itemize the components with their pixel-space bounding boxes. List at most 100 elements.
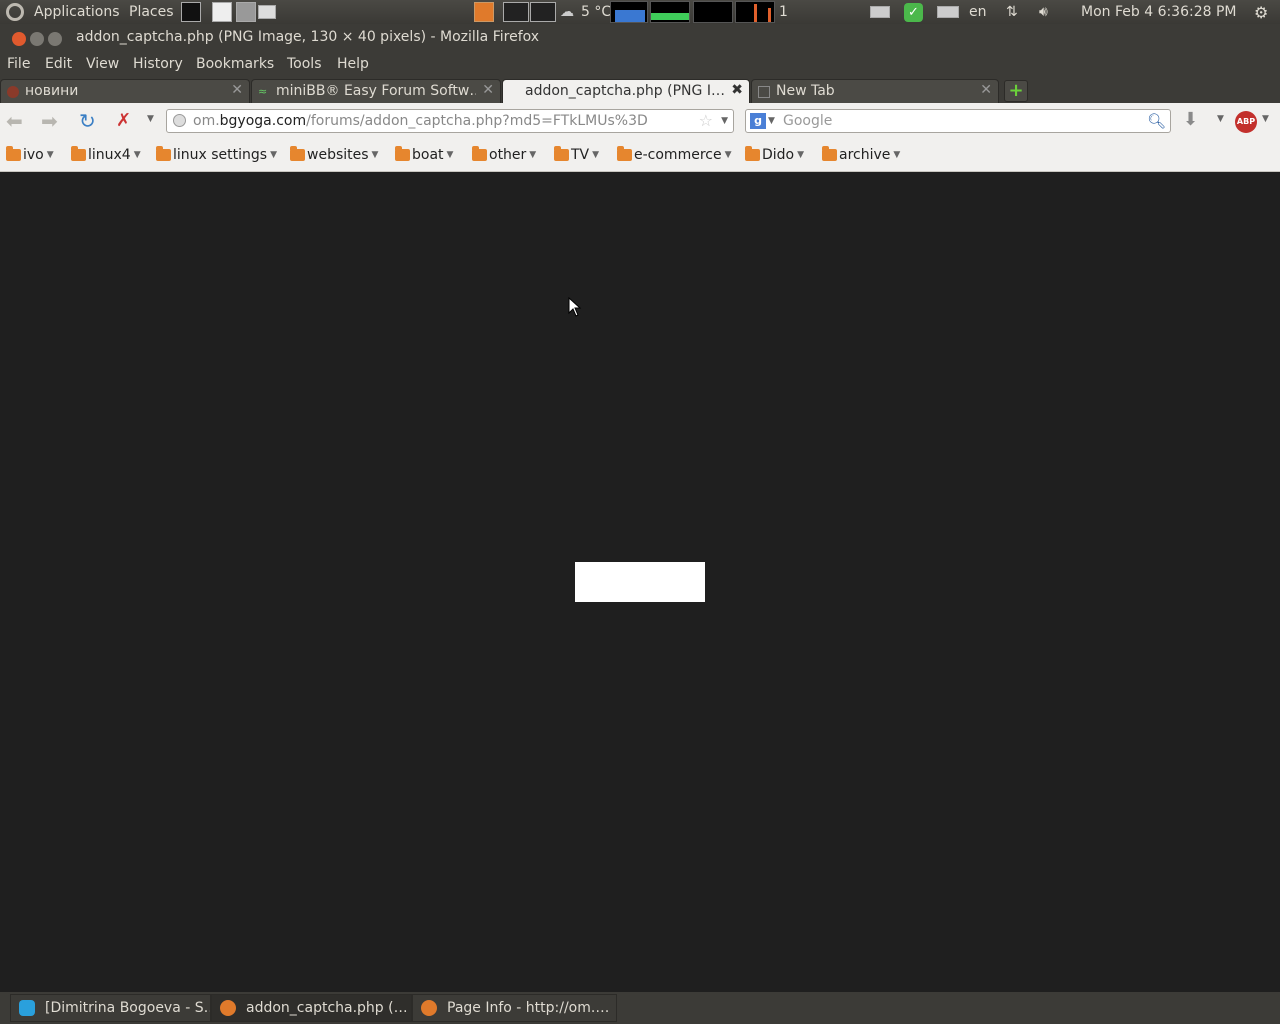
noscript-dropdown-icon[interactable]: ▼ [147, 114, 154, 124]
bookmark-star-icon[interactable]: ☆ [699, 111, 713, 130]
captcha-image[interactable] [575, 562, 705, 602]
minimize-window-icon[interactable] [30, 32, 44, 46]
update-check-icon[interactable]: ✓ [904, 0, 923, 24]
chevron-down-icon: ▼ [529, 150, 537, 160]
folder-icon [71, 146, 86, 161]
firefox-icon [220, 1000, 236, 1016]
reload-icon[interactable]: ↻ [79, 109, 96, 133]
bookmark-folder-other[interactable]: other ▼ [472, 146, 537, 163]
keyboard-layout[interactable]: en [969, 0, 987, 24]
skype-icon [19, 1000, 35, 1016]
drive-icon[interactable] [870, 0, 890, 24]
tab-novini[interactable]: новини ✕ [0, 79, 250, 103]
task-page-info[interactable]: Page Info - http://om.… [412, 994, 617, 1022]
search-icon[interactable]: 🔍︎ [1147, 112, 1166, 130]
download-icon[interactable]: ⬇ [1183, 109, 1198, 130]
user-launcher-icon[interactable] [236, 0, 256, 24]
bookmark-folder-archive[interactable]: archive ▼ [822, 146, 901, 163]
chevron-down-icon: ▼ [270, 150, 278, 160]
close-tab-icon[interactable]: ✕ [980, 82, 992, 98]
load-graph [735, 0, 775, 24]
search-engine-dropdown-icon[interactable]: ▼ [768, 116, 775, 126]
chevron-down-icon: ▼ [797, 150, 805, 160]
new-tab-plus-icon[interactable]: + [1004, 80, 1028, 102]
noscript-icon[interactable]: ✗ [116, 110, 131, 131]
folder-icon [745, 146, 760, 161]
menu-help[interactable]: Help [337, 56, 369, 72]
folder-icon [554, 146, 569, 161]
network-icon[interactable]: ⇅ [1006, 0, 1018, 24]
terminal-launcher-icon[interactable] [181, 0, 201, 24]
download-dropdown-icon[interactable]: ▼ [1217, 114, 1224, 124]
places-menu[interactable]: Places [129, 0, 174, 24]
tab-label: miniBB® Easy Forum Softw… [276, 83, 476, 99]
chevron-down-icon: ▼ [893, 150, 901, 160]
url-history-dropdown-icon[interactable]: ▼ [721, 116, 728, 126]
volume-icon[interactable]: 🔊︎ [1039, 0, 1048, 24]
bookmark-folder-linux-settings[interactable]: linux settings ▼ [156, 146, 278, 163]
text-editor-launcher-icon[interactable] [212, 0, 232, 24]
menu-file[interactable]: File [7, 56, 30, 72]
close-tab-icon[interactable]: ✖ [731, 82, 743, 98]
bookmark-folder-boat[interactable]: boat ▼ [395, 146, 453, 163]
search-placeholder[interactable]: Google [783, 113, 832, 129]
close-window-icon[interactable] [12, 32, 26, 46]
bookmark-folder-linux4[interactable]: linux4 ▼ [71, 146, 141, 163]
adblock-dropdown-icon[interactable]: ▼ [1262, 114, 1269, 124]
task-firefox-captcha[interactable]: addon_captcha.php (… [211, 994, 412, 1022]
chevron-down-icon: ▼ [46, 150, 54, 160]
keyboard-icon[interactable] [937, 0, 959, 24]
tab-label: New Tab [776, 83, 835, 99]
applications-menu[interactable]: Applications [34, 0, 120, 24]
tab-minibb[interactable]: ≈ miniBB® Easy Forum Softw… ✕ [251, 79, 501, 103]
ubuntu-logo-icon[interactable] [6, 0, 24, 24]
session-gear-icon[interactable]: ⚙ [1254, 0, 1268, 24]
blank-page-icon [758, 86, 770, 98]
page-content [0, 172, 1280, 992]
close-tab-icon[interactable]: ✕ [482, 82, 494, 98]
clock[interactable]: Mon Feb 4 6:36:28 PM [1081, 0, 1237, 24]
mail-launcher-icon[interactable] [258, 0, 276, 24]
tab-label: addon_captcha.php (PNG I… [525, 83, 725, 99]
firefox-workspace-icon[interactable] [474, 0, 494, 24]
tab-label: новини [25, 83, 79, 99]
close-tab-icon[interactable]: ✕ [231, 82, 243, 98]
menu-edit[interactable]: Edit [45, 56, 72, 72]
bookmark-folder-tv[interactable]: TV ▼ [554, 146, 599, 163]
url-text[interactable]: om.bgyoga.com/forums/addon_captcha.php?m… [193, 113, 648, 129]
window-title: addon_captcha.php (PNG Image, 130 × 40 p… [76, 29, 540, 45]
search-bar[interactable]: g ▼ Google 🔍︎ [745, 109, 1171, 133]
cpu-graph [610, 0, 648, 24]
window-titlebar[interactable]: addon_captcha.php (PNG Image, 130 × 40 p… [0, 24, 1280, 52]
site-favicon-icon [7, 86, 19, 98]
bookmark-folder-websites[interactable]: websites ▼ [290, 146, 378, 163]
weather-icon[interactable]: ☁ [560, 0, 574, 24]
tab-addon-captcha[interactable]: addon_captcha.php (PNG I… ✖ [502, 79, 750, 103]
workspace-number[interactable]: 1 [779, 0, 788, 24]
network-graph [693, 0, 733, 24]
bookmark-folder-dido[interactable]: Dido ▼ [745, 146, 805, 163]
top-panel: Applications Places ☁ 5 °C 1 ✓ en ⇅ 🔊︎ M… [0, 0, 1280, 24]
workspace-2[interactable] [503, 0, 529, 24]
workspace-3[interactable] [530, 0, 556, 24]
menu-view[interactable]: View [86, 56, 119, 72]
task-skype[interactable]: [Dimitrina Bogoeva - S… [10, 994, 211, 1022]
folder-icon [156, 146, 171, 161]
chevron-down-icon: ▼ [133, 150, 141, 160]
google-engine-icon[interactable]: g [750, 113, 766, 129]
bookmarks-toolbar: ivo ▼ linux4 ▼ linux settings ▼ websites ▼ b… [0, 139, 1280, 172]
maximize-window-icon[interactable] [48, 32, 62, 46]
forward-arrow-icon[interactable]: ➡ [41, 109, 58, 133]
menu-history[interactable]: History [133, 56, 183, 72]
url-bar[interactable]: om.bgyoga.com/forums/addon_captcha.php?m… [166, 109, 734, 133]
menu-tools[interactable]: Tools [287, 56, 322, 72]
bookmark-folder-ivo[interactable]: ivo ▼ [6, 146, 54, 163]
site-identity-icon[interactable] [173, 114, 186, 127]
bookmark-folder-e-commerce[interactable]: e-commerce ▼ [617, 146, 732, 163]
adblock-plus-icon[interactable]: ABP [1235, 111, 1257, 133]
tab-strip: новини ✕ ≈ miniBB® Easy Forum Softw… ✕ a… [0, 78, 1280, 103]
chevron-down-icon: ▼ [724, 150, 732, 160]
back-arrow-icon[interactable]: ⬅ [6, 109, 23, 133]
menu-bookmarks[interactable]: Bookmarks [196, 56, 274, 72]
tab-new-tab[interactable]: New Tab ✕ [751, 79, 999, 103]
